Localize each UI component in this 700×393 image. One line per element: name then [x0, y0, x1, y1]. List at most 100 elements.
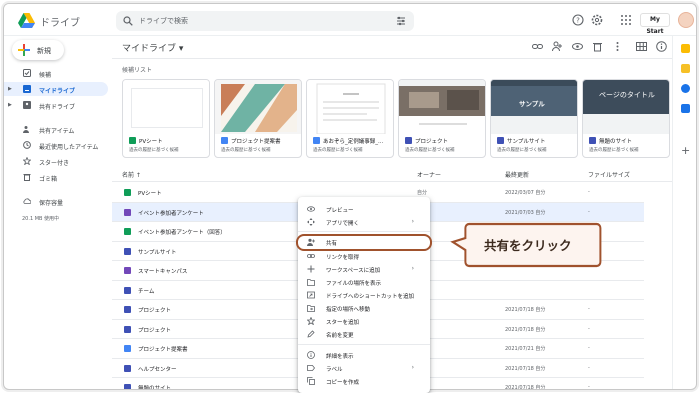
- sidebar-item-trash[interactable]: ゴミ箱: [4, 170, 108, 184]
- site-file-icon: [124, 286, 131, 294]
- menu-item-label: コピーを作成: [326, 380, 360, 386]
- suggested-card[interactable]: あおぞら_定例議事録_... 過去の履歴に基づく候補: [306, 79, 394, 158]
- card-thumbnail-title: ページのタイトル: [599, 91, 655, 99]
- more-vert-icon[interactable]: [612, 41, 623, 52]
- settings-icon[interactable]: [591, 14, 603, 26]
- menu-item-rename[interactable]: 名前を変更: [298, 328, 430, 340]
- expand-arrow-icon[interactable]: ▶: [8, 102, 12, 108]
- tune-icon[interactable]: [396, 16, 406, 26]
- menu-item-details[interactable]: 詳細を表示: [298, 349, 430, 361]
- menu-item-open-with[interactable]: アプリで開く ›: [298, 216, 430, 228]
- sidebar-item-shared-drives[interactable]: ▶ 共有ドライブ: [4, 98, 108, 112]
- star-icon: [307, 317, 315, 325]
- eye-icon[interactable]: [572, 41, 583, 52]
- form-file-icon: [124, 208, 131, 216]
- search-bar[interactable]: ドライブで検索: [116, 11, 414, 31]
- menu-item-get-link[interactable]: リンクを取得: [298, 250, 430, 262]
- suggested-card[interactable]: ページのタイトル 無題のサイト 過去の履歴に基づく候補: [582, 79, 670, 158]
- suggested-card[interactable]: プロジェクト提案書 過去の履歴に基づく候補: [214, 79, 302, 158]
- expand-arrow-icon[interactable]: ▶: [8, 86, 12, 92]
- sites-icon: [405, 137, 412, 144]
- info-icon: [307, 351, 315, 359]
- file-size: -: [588, 364, 590, 371]
- drive-logo-icon[interactable]: [18, 13, 35, 28]
- calendar-icon[interactable]: [681, 44, 690, 53]
- card-title: プロジェクト提案書: [231, 139, 281, 145]
- file-size: -: [588, 384, 590, 390]
- suggested-section-label: 候補リスト: [122, 67, 153, 74]
- file-size: -: [588, 345, 590, 351]
- file-modified: 2021/07/18 自分: [505, 385, 546, 390]
- menu-item-add-to-workspace[interactable]: ワークスペースに追加 ›: [298, 263, 430, 275]
- move-icon: [307, 218, 315, 226]
- menu-item-label-submenu[interactable]: ラベル ›: [298, 362, 430, 374]
- sidebar: 新規 候補 ▶ マイドライブ ▶ 共有ドライブ 共有アイテム 最近使用したアイテ…: [4, 36, 112, 389]
- cloud-icon: [23, 198, 31, 204]
- tasks-icon[interactable]: [681, 84, 690, 93]
- shared-drive-icon: [23, 101, 31, 109]
- file-name: プロジェクト提案書: [138, 347, 188, 353]
- file-name: イベント参加者アンケート: [138, 210, 204, 217]
- search-icon[interactable]: [123, 16, 133, 26]
- file-modified: 2021/07/18 自分: [505, 365, 546, 372]
- site-file-icon: [124, 384, 131, 389]
- person-add-icon[interactable]: [552, 41, 563, 52]
- apps-grid-icon[interactable]: [620, 14, 632, 26]
- menu-item-label: プレビュー: [326, 208, 354, 214]
- form-file-icon: [124, 267, 131, 274]
- sites-icon: [497, 137, 504, 144]
- menu-item-move-to[interactable]: 指定の場所へ移動: [298, 302, 430, 314]
- sidebar-item-starred[interactable]: スター付き: [4, 154, 108, 168]
- column-name-header[interactable]: 名前 ↑: [122, 170, 141, 179]
- menu-item-make-copy[interactable]: コピーを作成: [298, 375, 430, 387]
- suggested-card[interactable]: サンプル サンプルサイト 過去の履歴に基づく候補: [490, 79, 578, 158]
- avatar[interactable]: [678, 12, 694, 28]
- contacts-icon[interactable]: [681, 104, 690, 113]
- move-folder-icon: [307, 305, 315, 312]
- sidebar-item-storage[interactable]: 保存容量: [4, 194, 108, 208]
- help-icon[interactable]: ?: [572, 14, 584, 26]
- card-title: あおぞら_定例議事録_...: [323, 139, 384, 145]
- file-name: プロジェクト: [138, 308, 172, 314]
- file-modified: 2022/03/07 自分: [505, 190, 546, 196]
- suggested-card[interactable]: プロジェクト 過去の履歴に基づく候補: [398, 79, 486, 158]
- keep-icon[interactable]: [681, 64, 690, 73]
- sidebar-item-label: マイドライブ: [39, 88, 76, 95]
- info-icon[interactable]: [656, 41, 667, 52]
- suggested-card[interactable]: PVシート 過去の履歴に基づく候補: [122, 79, 210, 158]
- column-size-header[interactable]: ファイルサイズ: [588, 170, 630, 179]
- site-file-icon: [124, 325, 131, 333]
- menu-item-label: 詳細を表示: [326, 354, 354, 360]
- breadcrumb[interactable]: マイドライブ ▾: [122, 41, 183, 54]
- card-subtitle: 過去の履歴に基づく候補: [589, 148, 639, 153]
- column-owner-header[interactable]: オーナー: [417, 170, 441, 179]
- card-title: サンプルサイト: [507, 139, 546, 145]
- card-subtitle: 過去の履歴に基づく候補: [129, 148, 179, 153]
- add-addon-icon[interactable]: +: [681, 145, 690, 156]
- sidebar-item-recent[interactable]: 最近使用したアイテム: [4, 138, 108, 152]
- link-icon[interactable]: [532, 41, 543, 52]
- card-thumbnail: [307, 80, 393, 135]
- trash-icon[interactable]: [592, 41, 603, 52]
- sidebar-item-suggested[interactable]: 候補: [4, 66, 108, 80]
- new-button[interactable]: 新規: [12, 40, 64, 60]
- sidebar-item-my-drive[interactable]: ▶ マイドライブ: [4, 82, 108, 96]
- project-site-thumbnail-art: [399, 80, 485, 125]
- sidebar-item-shared-with-me[interactable]: 共有アイテム: [4, 122, 108, 136]
- sidebar-item-label: ゴミ箱: [39, 176, 58, 183]
- grid-view-icon[interactable]: [636, 41, 647, 52]
- card-title: 無題のサイト: [599, 139, 633, 145]
- card-thumbnail: ページのタイトル: [583, 80, 669, 134]
- file-size: -: [588, 208, 590, 215]
- column-modified-header[interactable]: 最終更新: [505, 170, 529, 179]
- mystart-logo[interactable]: My Start: [640, 13, 670, 35]
- shortcut-icon: [307, 291, 315, 299]
- menu-item-show-location[interactable]: ファイルの場所を表示: [298, 276, 430, 288]
- side-panel-bar: +: [672, 36, 696, 389]
- menu-item-preview[interactable]: プレビュー: [298, 203, 430, 215]
- menu-item-add-star[interactable]: スターを追加: [298, 315, 430, 327]
- file-modified: 2021/07/18 自分: [505, 326, 546, 333]
- file-size: -: [588, 306, 590, 312]
- menu-item-label: 指定の場所へ移動: [326, 307, 371, 313]
- menu-item-add-shortcut[interactable]: ドライブへのショートカットを追加: [298, 289, 430, 301]
